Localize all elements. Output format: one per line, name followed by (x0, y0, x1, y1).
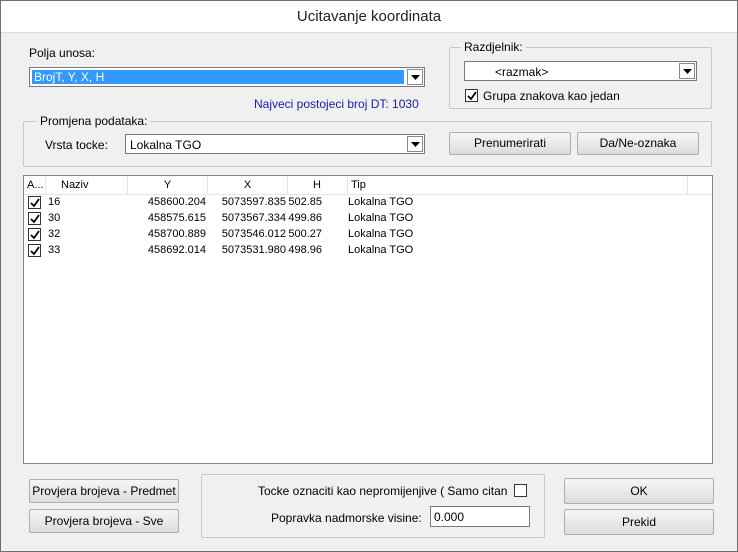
input-fields-combo[interactable]: BrojT, Y, X, H (29, 67, 425, 87)
separator-combo[interactable]: <razmak> (464, 61, 697, 81)
row-checkbox[interactable] (28, 196, 41, 209)
chevron-down-icon[interactable] (679, 63, 695, 79)
cell-naziv: 16 (48, 196, 61, 208)
column-header-naziv[interactable]: Naziv (46, 176, 128, 195)
yes-no-mark-button[interactable]: Da/Ne-oznaka (577, 132, 699, 155)
cancel-button[interactable]: Prekid (564, 509, 714, 535)
cell-y: 458692.014 (147, 244, 206, 256)
height-correction-input[interactable]: 0.000 (430, 506, 530, 527)
input-fields-label: Polja unosa: (29, 46, 96, 60)
ok-button[interactable]: OK (564, 478, 714, 504)
row-checkbox[interactable] (28, 244, 41, 257)
table-header: A... Naziv Y X H Tip (24, 176, 712, 195)
title-bar[interactable]: Ucitavanje koordinata (1, 1, 737, 33)
points-table[interactable]: A... Naziv Y X H Tip 16 458600.204 50735… (23, 175, 713, 464)
cell-h: 500.27 (288, 228, 322, 240)
column-header-y[interactable]: Y (128, 176, 208, 195)
input-fields-value: BrojT, Y, X, H (32, 70, 404, 84)
cell-y: 458600.204 (147, 196, 206, 208)
data-change-group-title: Promjena podataka: (37, 114, 151, 128)
column-header-a[interactable]: A... (24, 176, 46, 195)
cell-tip: Lokalna TGO (348, 212, 414, 224)
dialog-window: Ucitavanje koordinata Polja unosa: BrojT… (0, 0, 738, 552)
table-row[interactable]: 16 458600.204 5073597.835 502.85 Lokalna… (24, 195, 712, 211)
check-numbers-all-button[interactable]: Provjera brojeva - Sve (29, 509, 179, 533)
chevron-down-icon[interactable] (407, 136, 423, 152)
cell-naziv: 33 (48, 244, 61, 256)
chevron-down-icon[interactable] (407, 69, 423, 85)
readonly-checkbox[interactable] (514, 484, 527, 497)
window-title: Ucitavanje koordinata (296, 8, 442, 25)
group-chars-checkbox[interactable] (465, 89, 478, 102)
point-type-combo[interactable]: Lokalna TGO (125, 134, 425, 154)
column-header-x[interactable]: X (208, 176, 288, 195)
table-row[interactable]: 30 458575.615 5073567.334 499.86 Lokalna… (24, 211, 712, 227)
cell-y: 458700.889 (147, 228, 206, 240)
separator-value: <razmak> (495, 65, 549, 79)
column-header-h[interactable]: H (288, 176, 348, 195)
renumber-button[interactable]: Prenumerirati (449, 132, 571, 155)
row-checkbox[interactable] (28, 212, 41, 225)
height-correction-label: Popravka nadmorske visine: (271, 511, 422, 525)
group-chars-label: Grupa znakova kao jedan (483, 89, 620, 103)
cell-x: 5073567.334 (221, 212, 286, 224)
max-dt-info: Najveci postojeci broj DT: 1030 (254, 97, 419, 111)
readonly-label: Tocke oznaciti kao nepromijenjive ( Samo… (258, 484, 508, 498)
cell-y: 458575.615 (147, 212, 206, 224)
cell-h: 502.85 (288, 196, 322, 208)
row-checkbox[interactable] (28, 228, 41, 241)
table-row[interactable]: 33 458692.014 5073531.980 498.96 Lokalna… (24, 243, 712, 259)
cell-h: 499.86 (288, 212, 322, 224)
cell-naziv: 30 (48, 212, 61, 224)
cell-x: 5073597.835 (221, 196, 286, 208)
column-header-tip[interactable]: Tip (348, 176, 688, 195)
cell-x: 5073531.980 (221, 244, 286, 256)
cell-x: 5073546.012 (221, 228, 286, 240)
cell-h: 498.96 (288, 244, 322, 256)
point-type-value: Lokalna TGO (130, 138, 202, 152)
cell-naziv: 32 (48, 228, 61, 240)
cell-tip: Lokalna TGO (348, 228, 414, 240)
table-row[interactable]: 32 458700.889 5073546.012 500.27 Lokalna… (24, 227, 712, 243)
cell-tip: Lokalna TGO (348, 244, 414, 256)
separator-group-title: Razdjelnik: (461, 40, 526, 54)
cell-tip: Lokalna TGO (348, 196, 414, 208)
check-numbers-subject-button[interactable]: Provjera brojeva - Predmet (29, 479, 179, 503)
height-correction-value: 0.000 (434, 510, 465, 524)
point-type-label: Vrsta tocke: (45, 138, 108, 152)
